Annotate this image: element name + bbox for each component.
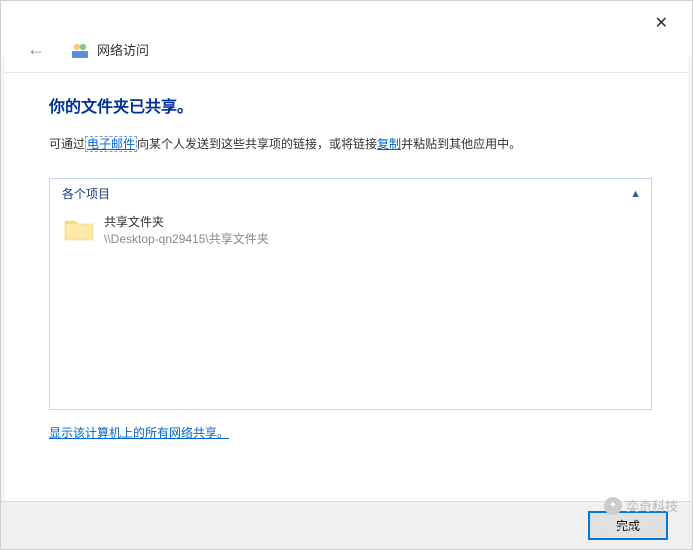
done-button[interactable]: 完成 <box>588 511 668 540</box>
shared-item-row[interactable]: 共享文件夹 \\Desktop-qn29415\共享文件夹 <box>50 208 651 254</box>
close-button[interactable]: ✕ <box>647 9 676 37</box>
left-edge <box>1 57 5 549</box>
email-link[interactable]: 电子邮件 <box>85 136 137 152</box>
back-arrow-icon[interactable]: ← <box>23 37 49 62</box>
main-heading: 你的文件夹已共享。 <box>49 93 652 117</box>
dialog-footer: 完成 <box>1 501 692 549</box>
item-path: \\Desktop-qn29415\共享文件夹 <box>104 231 269 248</box>
copy-link[interactable]: 复制 <box>377 137 401 151</box>
desc-mid: 向某个人发送到这些共享项的链接，或将链接 <box>137 137 377 151</box>
network-access-icon <box>71 41 89 59</box>
desc-prefix: 可通过 <box>49 137 85 151</box>
item-name: 共享文件夹 <box>104 214 269 231</box>
collapse-arrow-icon[interactable]: ▲ <box>630 188 641 200</box>
items-header[interactable]: 各个项目 ▲ <box>50 179 651 208</box>
description-text: 可通过电子邮件向某个人发送到这些共享项的链接，或将链接复制并粘贴到其他应用中。 <box>49 135 652 154</box>
desc-suffix: 并粘贴到其他应用中。 <box>401 137 521 151</box>
items-header-label: 各个项目 <box>62 185 110 202</box>
dialog-title: 网络访问 <box>97 40 149 59</box>
folder-icon <box>64 216 94 242</box>
item-texts: 共享文件夹 \\Desktop-qn29415\共享文件夹 <box>104 214 269 248</box>
show-all-shares-link[interactable]: 显示该计算机上的所有网络共享。 <box>49 424 229 441</box>
dialog-header: ← 网络访问 <box>1 1 692 73</box>
network-access-dialog: ✕ ← 网络访问 你的文件夹已共享。 可通过电子邮件向某个人发送到这些共享项的链… <box>0 0 693 550</box>
shared-items-box: 各个项目 ▲ 共享文件夹 \\Desktop-qn29415\共享文件夹 <box>49 178 652 410</box>
right-edge <box>688 57 692 549</box>
dialog-content: 你的文件夹已共享。 可通过电子邮件向某个人发送到这些共享项的链接，或将链接复制并… <box>1 73 692 442</box>
